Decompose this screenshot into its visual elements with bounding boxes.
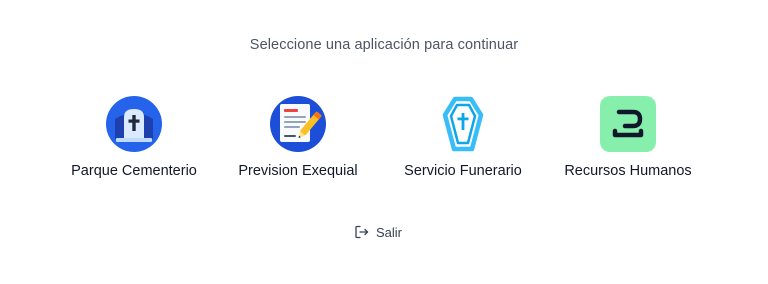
logout-label: Salir bbox=[376, 224, 403, 240]
hr-logo-icon bbox=[600, 96, 656, 152]
app-servicio-funerario[interactable]: Servicio Funerario bbox=[383, 95, 543, 179]
app-label: Servicio Funerario bbox=[404, 163, 522, 179]
app-recursos-humanos[interactable]: Recursos Humanos bbox=[548, 95, 708, 179]
logout-icon bbox=[355, 225, 369, 239]
cemetery-tomb-icon bbox=[106, 96, 162, 152]
coffin-icon bbox=[442, 96, 484, 152]
logout-button[interactable]: Salir bbox=[354, 224, 402, 240]
app-prevision-exequial[interactable]: Prevision Exequial bbox=[218, 95, 378, 179]
app-parque-cementerio[interactable]: Parque Cementerio bbox=[54, 95, 214, 179]
app-label: Recursos Humanos bbox=[564, 163, 692, 179]
app-selector-prompt: Seleccione una aplicación para continuar bbox=[249, 37, 519, 53]
document-pen-icon bbox=[270, 96, 326, 152]
app-label: Parque Cementerio bbox=[71, 163, 197, 179]
app-label: Prevision Exequial bbox=[238, 163, 358, 179]
app-grid: Parque Cementerio Prevision Exequial Ser… bbox=[0, 95, 768, 185]
